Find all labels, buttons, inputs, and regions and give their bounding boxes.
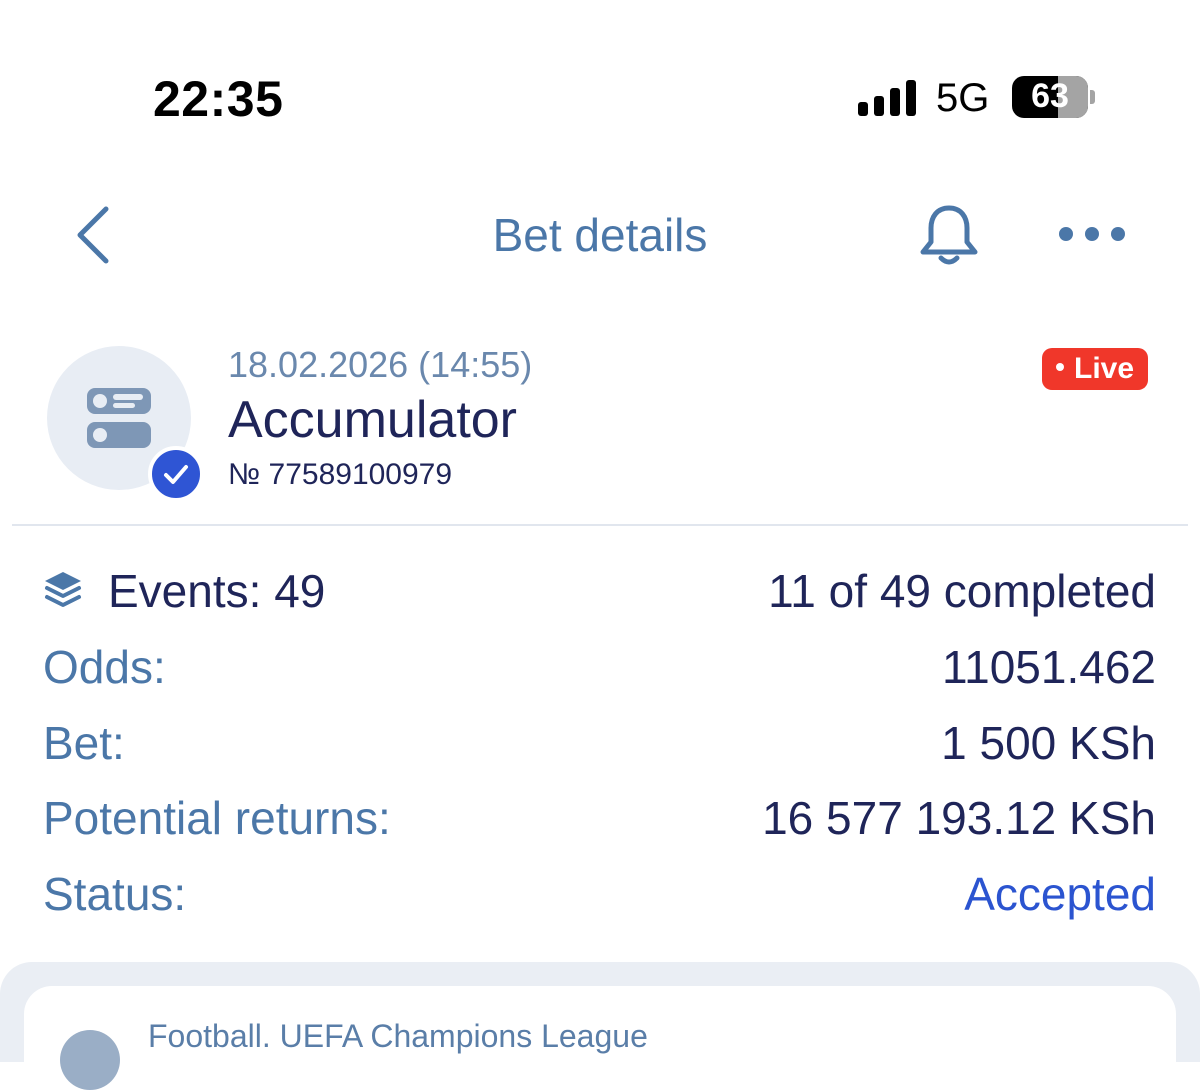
live-dot-icon — [1056, 363, 1064, 372]
status-time: 22:35 — [153, 71, 284, 127]
live-label: Live — [1074, 352, 1135, 385]
battery-icon: 63 — [1012, 76, 1088, 118]
more-options-button[interactable] — [1054, 218, 1130, 250]
verified-badge — [148, 446, 204, 502]
notifications-button[interactable] — [917, 204, 981, 268]
odds-label: Odds: — [43, 641, 166, 693]
returns-value: 16 577 193.12 KSh — [762, 792, 1156, 844]
events-label: Events: 49 — [108, 565, 326, 617]
layers-icon — [42, 570, 84, 610]
bet-type: Accumulator — [228, 391, 517, 449]
events-value: 11 of 49 completed — [768, 565, 1156, 617]
odds-value: 11051.462 — [941, 641, 1156, 693]
bet-value: 1 500 KSh — [941, 717, 1156, 769]
football-icon — [60, 1030, 120, 1090]
battery-tip — [1090, 90, 1095, 104]
signal-icon — [858, 80, 920, 116]
divider — [12, 524, 1188, 526]
status-label: Status: — [43, 868, 187, 920]
battery-level: 63 — [1031, 77, 1069, 115]
checkmark-icon — [164, 465, 188, 484]
bell-icon — [920, 205, 978, 265]
live-badge: Live — [1042, 348, 1149, 390]
bet-number: № 77589100979 — [228, 458, 453, 491]
returns-label: Potential returns: — [43, 792, 391, 844]
event-league: Football. UEFA Champions League — [148, 1018, 648, 1054]
network-type: 5G — [936, 76, 990, 120]
page-title: Bet details — [492, 209, 708, 261]
more-dots-icon — [1059, 227, 1125, 241]
bet-label: Bet: — [43, 717, 125, 769]
bet-datetime: 18.02.2026 (14:55) — [228, 344, 533, 385]
status-value: Accepted — [964, 868, 1156, 920]
